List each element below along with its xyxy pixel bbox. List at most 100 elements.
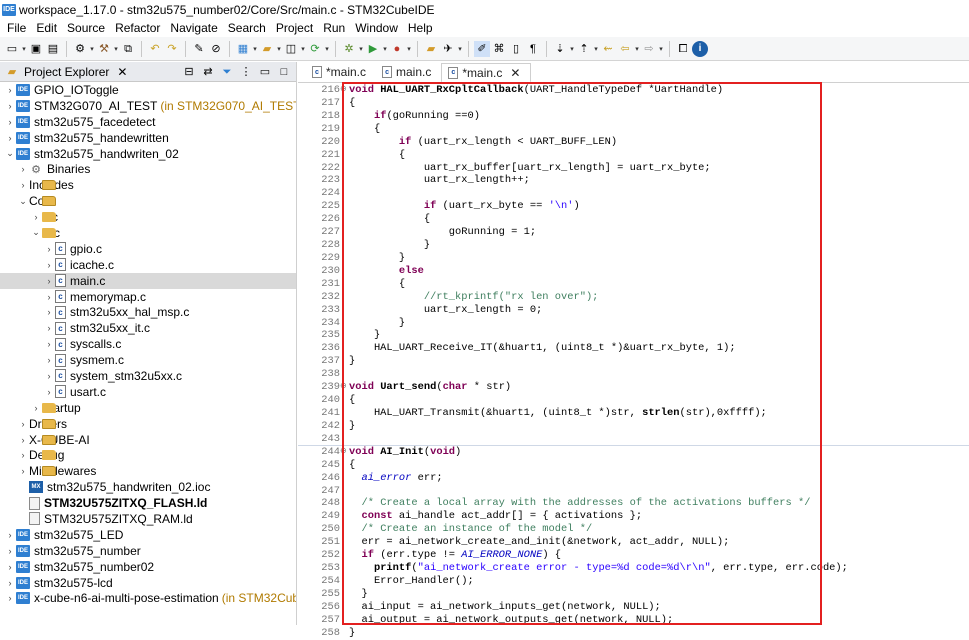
- menu-help[interactable]: Help: [403, 21, 438, 35]
- chevron-right-icon[interactable]: ›: [43, 292, 55, 302]
- tree-item[interactable]: ›Drivers: [0, 416, 296, 432]
- chevron-right-icon[interactable]: ›: [4, 530, 16, 540]
- word-wrap-icon[interactable]: ⌘: [491, 41, 507, 57]
- refresh-dropdown-icon[interactable]: ▾: [324, 45, 330, 53]
- maximize-icon[interactable]: □: [276, 64, 292, 80]
- chevron-right-icon[interactable]: ›: [43, 244, 55, 254]
- tree-item[interactable]: › c icache.c: [0, 257, 296, 273]
- next-annotation-dropdown-icon[interactable]: ▾: [569, 45, 575, 53]
- tree-item[interactable]: › IDE stm32u575-lcd: [0, 575, 296, 591]
- tree-item[interactable]: › IDE stm32u575_number02: [0, 559, 296, 575]
- chevron-right-icon[interactable]: ›: [4, 593, 16, 603]
- tree-item[interactable]: ⌄Src: [0, 225, 296, 241]
- tree-item[interactable]: › IDE stm32u575_LED: [0, 527, 296, 543]
- close-icon[interactable]: ✕: [117, 65, 127, 79]
- open-dropdown-icon[interactable]: ▾: [276, 45, 282, 53]
- search-icon[interactable]: ✈: [440, 41, 456, 57]
- save-all-icon[interactable]: ▤: [45, 41, 61, 57]
- tree-item[interactable]: › IDE stm32u575_number: [0, 543, 296, 559]
- tree-item[interactable]: › c stm32u5xx_it.c: [0, 320, 296, 336]
- external-tools-icon[interactable]: ●: [389, 41, 405, 57]
- editor-tab[interactable]: c *main.c: [306, 62, 376, 82]
- chevron-right-icon[interactable]: ›: [43, 339, 55, 349]
- tree-item[interactable]: STM32U575ZITXQ_FLASH.ld: [0, 495, 296, 511]
- chevron-right-icon[interactable]: ›: [43, 387, 55, 397]
- view-menu-icon[interactable]: ⋮: [238, 64, 254, 80]
- tree-item[interactable]: ›Inc: [0, 209, 296, 225]
- build-dropdown-icon[interactable]: ▾: [113, 45, 119, 53]
- external-tools-dropdown-icon[interactable]: ▾: [406, 45, 412, 53]
- chevron-right-icon[interactable]: ›: [4, 101, 16, 111]
- build-hammer-icon[interactable]: ⚒: [96, 41, 112, 57]
- chevron-right-icon[interactable]: ›: [43, 371, 55, 381]
- open-perspective-icon[interactable]: ⧠: [675, 41, 691, 57]
- run-dropdown-icon[interactable]: ▾: [382, 45, 388, 53]
- chevron-right-icon[interactable]: ›: [30, 212, 42, 222]
- back-icon[interactable]: ⇦: [617, 41, 633, 57]
- tree-item[interactable]: ⌄ IDE stm32u575_handwriten_02: [0, 146, 296, 162]
- refresh-icon[interactable]: ⟳: [307, 41, 323, 57]
- redo-icon[interactable]: ↷: [164, 41, 180, 57]
- chevron-right-icon[interactable]: ›: [30, 403, 42, 413]
- chevron-right-icon[interactable]: ›: [4, 133, 16, 143]
- search-dropdown-icon[interactable]: ▾: [457, 45, 463, 53]
- fold-toggle-icon[interactable]: ⊖: [340, 84, 347, 97]
- chevron-right-icon[interactable]: ›: [43, 355, 55, 365]
- tree-item[interactable]: STM32U575ZITXQ_RAM.ld: [0, 511, 296, 527]
- new-dropdown-icon[interactable]: ▾: [21, 45, 27, 53]
- remove-icon[interactable]: ⊘: [208, 41, 224, 57]
- forward-icon[interactable]: ⇨: [641, 41, 657, 57]
- collapse-all-icon[interactable]: ⊟: [181, 64, 197, 80]
- tree-item[interactable]: ⌄Core: [0, 193, 296, 209]
- editor-tab[interactable]: c *main.c ✕: [441, 63, 532, 83]
- chevron-right-icon[interactable]: ›: [17, 450, 29, 460]
- prev-annotation-dropdown-icon[interactable]: ▾: [593, 45, 599, 53]
- open-folder-icon[interactable]: ▰: [259, 41, 275, 57]
- run-icon[interactable]: ▶: [365, 41, 381, 57]
- chevron-right-icon[interactable]: ›: [17, 180, 29, 190]
- menu-edit[interactable]: Edit: [31, 21, 62, 35]
- chevron-down-icon[interactable]: ⌄: [17, 196, 29, 207]
- block-selection-icon[interactable]: ▯: [508, 41, 524, 57]
- chevron-right-icon[interactable]: ›: [4, 85, 16, 95]
- debug-bug-icon[interactable]: ✲: [341, 41, 357, 57]
- chevron-right-icon[interactable]: ›: [43, 276, 55, 286]
- fold-toggle-icon[interactable]: ⊖: [340, 381, 347, 394]
- filter-icon[interactable]: ⏷: [219, 64, 235, 80]
- tree-item[interactable]: ›Includes: [0, 177, 296, 193]
- tree-item[interactable]: › IDE GPIO_IOToggle: [0, 82, 296, 98]
- open-type-icon[interactable]: ▰: [423, 41, 439, 57]
- chevron-right-icon[interactable]: ›: [43, 323, 55, 333]
- highlight-icon[interactable]: ✐: [474, 40, 490, 57]
- menu-project[interactable]: Project: [271, 21, 318, 35]
- gear-dropdown-icon[interactable]: ▾: [89, 45, 95, 53]
- pin-icon[interactable]: ✎: [191, 41, 207, 57]
- info-icon[interactable]: i: [692, 40, 708, 57]
- copy-icon[interactable]: ⧉: [120, 41, 136, 57]
- debug-dropdown-icon[interactable]: ▾: [358, 45, 364, 53]
- chevron-down-icon[interactable]: ⌄: [4, 148, 16, 159]
- tree-item[interactable]: › c system_stm32u5xx.c: [0, 368, 296, 384]
- menu-source[interactable]: Source: [62, 21, 110, 35]
- new-icon[interactable]: ▭: [4, 41, 20, 57]
- back-dropdown-icon[interactable]: ▾: [634, 45, 640, 53]
- code-area[interactable]: 216 ⊖ void HAL_UART_RxCpltCallback(UART_Ha…: [298, 84, 969, 639]
- prev-annotation-icon[interactable]: ⇡: [576, 41, 592, 57]
- last-edit-icon[interactable]: ⇜: [600, 41, 616, 57]
- tree-item[interactable]: › Startup: [0, 400, 296, 416]
- chevron-right-icon[interactable]: ›: [4, 578, 16, 588]
- link-with-editor-icon[interactable]: ⇄: [200, 64, 216, 80]
- menu-file[interactable]: File: [2, 21, 31, 35]
- new-file-icon[interactable]: ◫: [283, 41, 299, 57]
- close-icon[interactable]: ✕: [510, 66, 520, 80]
- tree-item[interactable]: ›Debug: [0, 447, 296, 463]
- tree-item[interactable]: › c sysmem.c: [0, 352, 296, 368]
- minimize-icon[interactable]: ▭: [257, 64, 273, 80]
- chevron-right-icon[interactable]: ›: [17, 164, 29, 174]
- chevron-right-icon[interactable]: ›: [4, 546, 16, 556]
- tree-item[interactable]: MX stm32u575_handwriten_02.ioc: [0, 479, 296, 495]
- save-icon[interactable]: ▣: [28, 41, 44, 57]
- undo-icon[interactable]: ↶: [147, 41, 163, 57]
- menu-search[interactable]: Search: [223, 21, 271, 35]
- tree-item[interactable]: › X-CUBE-AI: [0, 432, 296, 448]
